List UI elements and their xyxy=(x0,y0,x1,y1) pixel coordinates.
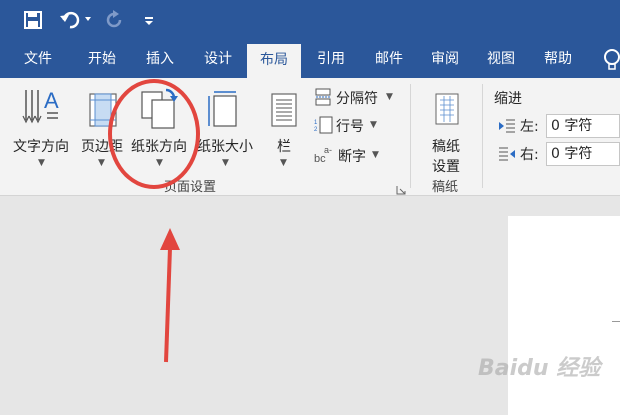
watermark: Baidu 经验 xyxy=(478,356,601,381)
highlight-circle xyxy=(108,79,200,189)
pointer-arrow-shaft xyxy=(164,247,172,363)
pointer-arrow-head xyxy=(160,228,180,250)
